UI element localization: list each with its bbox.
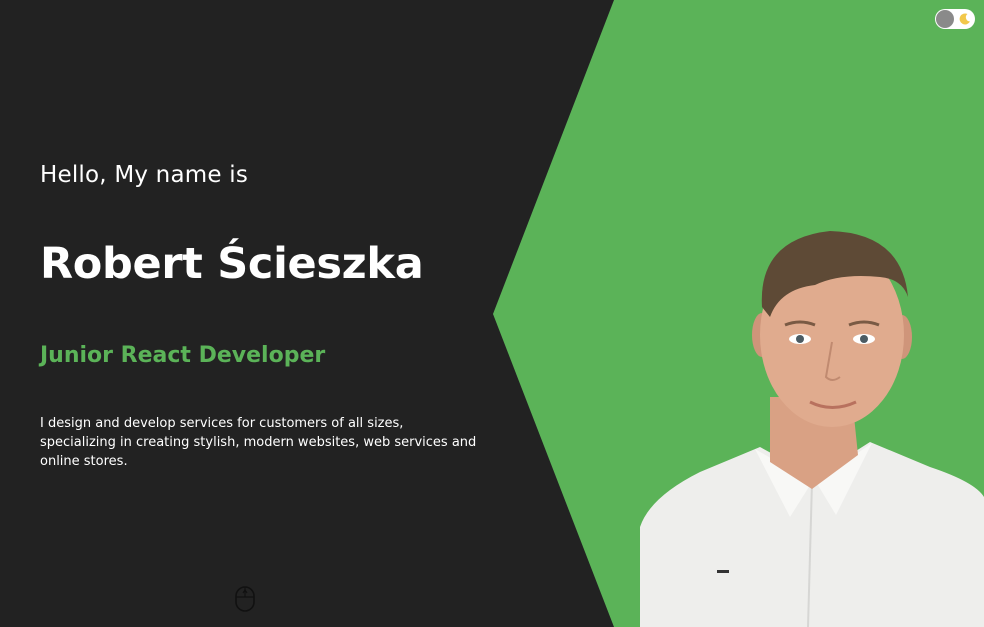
moon-icon: [959, 13, 970, 25]
page: Hello, My name is Robert Ścieszka Junior…: [0, 0, 984, 627]
intro-paragraph: I design and develop services for custom…: [40, 416, 477, 469]
mouse-scroll-icon[interactable]: [235, 586, 255, 612]
profile-photo: [640, 231, 984, 627]
person-name: Robert Ścieszka: [40, 239, 424, 289]
theme-toggle[interactable]: [935, 9, 975, 29]
job-title: Junior React Developer: [40, 343, 326, 368]
greeting-text: Hello, My name is: [40, 162, 248, 188]
hero-text: Hello, My name is Robert Ścieszka Junior…: [40, 0, 480, 627]
toggle-knob: [936, 10, 954, 28]
